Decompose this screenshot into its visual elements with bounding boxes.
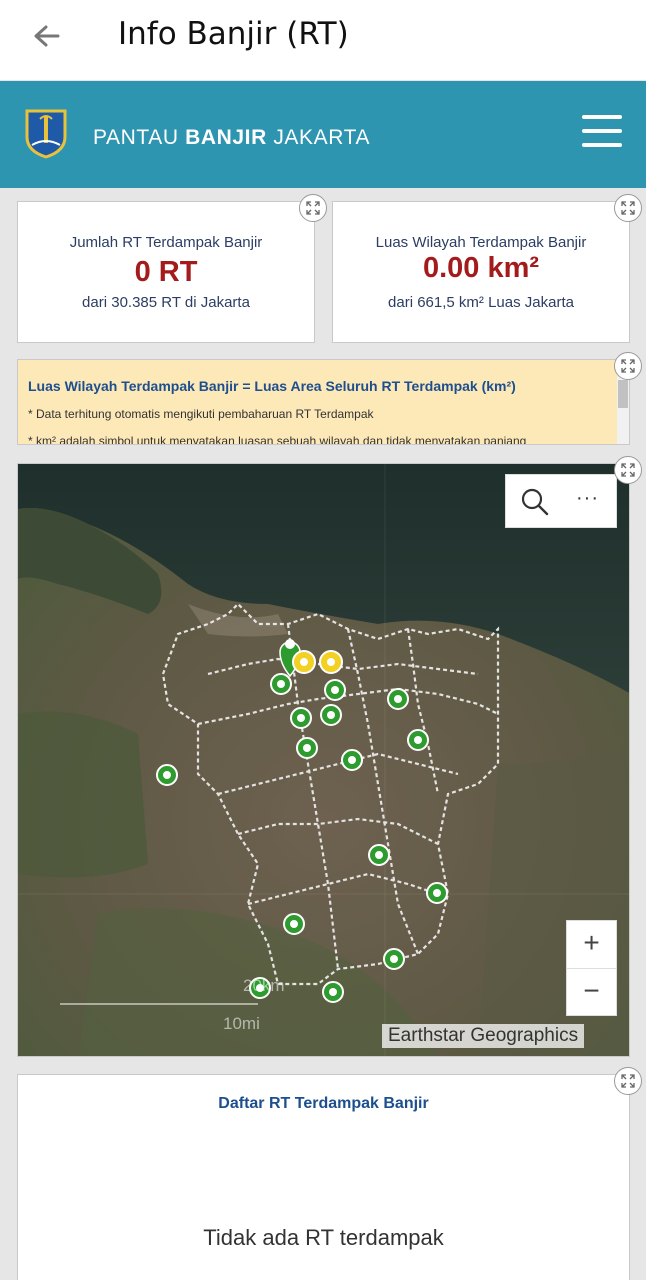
stat-sub: dari 661,5 km² Luas Jakarta [388, 294, 574, 311]
stat-value: 0.00 km² [422, 252, 540, 284]
stat-sub: dari 30.385 RT di Jakarta [82, 294, 250, 311]
jakarta-logo-icon [24, 107, 68, 159]
stat-value: 0 RT [134, 256, 198, 288]
back-arrow-icon[interactable] [28, 18, 68, 58]
expand-icon[interactable] [299, 194, 327, 222]
stat-card-rt: Jumlah RT Terdampak Banjir 0 RT dari 30.… [17, 201, 315, 343]
empty-state-text: Tidak ada RT terdampak [203, 1225, 444, 1250]
more-options-button[interactable]: ··· [576, 487, 599, 510]
site-header: PANTAU BANJIR JAKARTA [0, 81, 646, 188]
satellite-map-image [18, 464, 629, 1056]
stat-card-area: Luas Wilayah Terdampak Banjir 0.00 km² d… [332, 201, 630, 343]
expand-icon[interactable] [614, 1067, 642, 1095]
affected-rt-list: Daftar RT Terdampak Banjir Tidak ada RT … [17, 1074, 630, 1280]
list-title: Daftar RT Terdampak Banjir [218, 1095, 429, 1112]
stat-label: Luas Wilayah Terdampak Banjir [375, 234, 587, 251]
expand-icon[interactable] [614, 194, 642, 222]
map-toolbar: ··· [505, 474, 617, 528]
info-note: * km² adalah simbol untuk menyatakan lua… [28, 434, 527, 445]
zoom-control: + − [566, 920, 617, 1016]
zoom-in-button[interactable]: + [567, 921, 616, 968]
app-bar: Info Banjir (RT) [0, 0, 646, 80]
page-title: Info Banjir (RT) [118, 16, 349, 52]
stat-label: Jumlah RT Terdampak Banjir [69, 234, 263, 251]
brand-title: PANTAU BANJIR JAKARTA [93, 126, 371, 149]
expand-icon[interactable] [614, 352, 642, 380]
search-icon[interactable] [520, 487, 550, 522]
info-panel: Luas Wilayah Terdampak Banjir = Luas Are… [17, 359, 630, 445]
zoom-out-button[interactable]: − [567, 969, 616, 1016]
flood-map[interactable]: 20km 10mi ··· + − Earthstar Geographics [17, 463, 630, 1057]
menu-icon[interactable] [582, 115, 622, 149]
info-title: Luas Wilayah Terdampak Banjir = Luas Are… [28, 378, 516, 394]
map-attribution: Earthstar Geographics [382, 1024, 585, 1048]
info-note: * Data terhitung otomatis mengikuti pemb… [28, 407, 374, 421]
expand-icon[interactable] [614, 456, 642, 484]
